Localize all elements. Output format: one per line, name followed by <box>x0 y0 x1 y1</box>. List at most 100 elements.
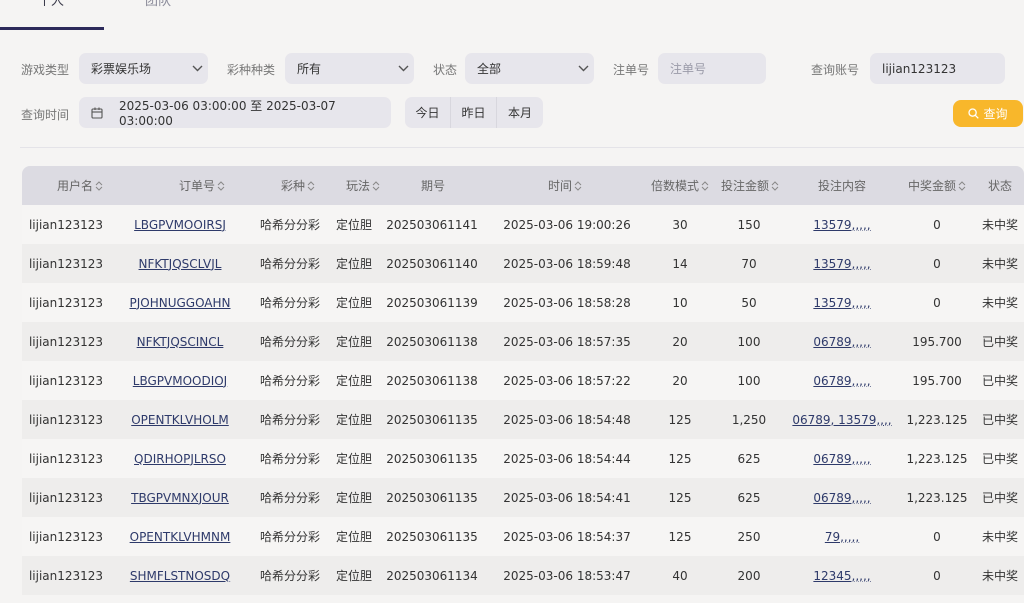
cell-bet-content-link-wrap: 06789,,,,, <box>787 322 897 361</box>
header-multiplier[interactable]: 倍数模式 <box>647 166 713 205</box>
cell-win-amount-wrap: 1,223.125 <box>898 439 976 478</box>
cell-order-no-link[interactable]: QDIRHOPJLRSO <box>134 452 226 466</box>
cell-status: 未中奖 <box>981 569 1018 583</box>
cell-multiplier: 10 <box>672 295 688 310</box>
quick-date-group: 今日 昨日 本月 <box>405 97 543 128</box>
cell-bet-content-link[interactable]: 13579,,,,, <box>813 257 870 271</box>
cell-lottery-wrap: 哈希分分彩 <box>250 283 330 322</box>
table-row: lijian123123 OPENTKLVHMNM 哈希分分彩 定位胆 20250306… <box>22 517 1024 556</box>
yesterday-button[interactable]: 昨日 <box>451 97 497 128</box>
cell-bet-content-link[interactable]: 06789,,,,, <box>813 491 870 505</box>
account-field[interactable]: lijian123123 <box>870 53 1005 84</box>
cell-issue: 202503061135 <box>386 451 478 466</box>
cell-lottery: 哈希分分彩 <box>259 296 320 310</box>
account-input[interactable]: lijian123123 <box>882 62 1005 76</box>
today-button[interactable]: 今日 <box>405 97 451 128</box>
cell-username-wrap: lijian123123 <box>22 283 110 322</box>
header-username[interactable]: 用户名 <box>22 166 138 205</box>
cell-order-no-link[interactable]: NFKTJQSCLVJL <box>139 257 222 271</box>
cell-bet-amount-wrap: 625 <box>714 439 784 478</box>
cell-order-no-link[interactable]: TBGPVMNXJOUR <box>131 491 229 505</box>
cell-order-no-link[interactable]: SHMFLSTNOSDQ <box>130 569 230 583</box>
cell-issue: 202503061138 <box>386 373 478 388</box>
cell-username-wrap: lijian123123 <box>22 439 110 478</box>
cell-issue: 202503061141 <box>386 217 478 232</box>
cell-issue-wrap: 202503061135 <box>382 517 482 556</box>
cell-issue: 202503061139 <box>386 295 478 310</box>
cell-order-no-link[interactable]: OPENTKLVHOLM <box>131 413 229 427</box>
cell-username: lijian123123 <box>28 295 104 310</box>
lottery-type-select[interactable]: 所有 <box>285 53 414 84</box>
cell-bet-content-link[interactable]: 79,,,,, <box>825 530 859 544</box>
cell-order-no-link[interactable]: PJOHNUGGOAHN <box>129 296 230 310</box>
cell-lottery-wrap: 哈希分分彩 <box>250 322 330 361</box>
table-row: lijian123123 SHMFLSTNOSDQ 哈希分分彩 定位胆 20250306… <box>22 556 1024 595</box>
cell-issue-wrap: 202503061135 <box>382 439 482 478</box>
cell-order-no-link-wrap: SHMFLSTNOSDQ <box>110 556 250 595</box>
game-type-select[interactable]: 彩票娱乐场 <box>79 53 208 84</box>
cell-order-no-link[interactable]: LBGPVMOOIRSJ <box>134 218 226 232</box>
header-lottery[interactable]: 彩种 <box>266 166 330 205</box>
cell-order-no-link-wrap: LBGPVMOODIOJ <box>110 361 250 400</box>
header-bet-amount[interactable]: 投注金额 <box>714 166 786 205</box>
this-month-button[interactable]: 本月 <box>497 97 543 128</box>
cell-time-wrap: 2025-03-06 18:57:22 <box>482 361 652 400</box>
cell-win-amount: 1,223.125 <box>906 490 968 505</box>
chevron-down-icon <box>392 65 414 72</box>
cell-bet-amount: 70 <box>741 256 757 271</box>
cell-order-no-link-wrap: PJOHNUGGOAHN <box>110 283 250 322</box>
cell-bet-content-link[interactable]: 06789,,,,, <box>813 335 870 349</box>
game-type-label: 游戏类型 <box>21 63 70 77</box>
calendar-icon <box>91 107 103 119</box>
cell-bet-content-link[interactable]: 13579,,,,, <box>813 296 870 310</box>
cell-play-wrap: 定位胆 <box>330 439 378 478</box>
cell-bet-amount: 625 <box>737 451 761 466</box>
order-no-field[interactable] <box>658 53 766 84</box>
cell-order-no-link[interactable]: LBGPVMOODIOJ <box>133 374 227 388</box>
cell-order-no-link-wrap: QDIRHOPJLRSO <box>110 439 250 478</box>
cell-issue-wrap: 202503061135 <box>382 478 482 517</box>
cell-time-wrap: 2025-03-06 18:54:48 <box>482 400 652 439</box>
date-range-picker[interactable]: 2025-03-06 03:00:00 至 2025-03-07 03:00:0… <box>79 97 391 128</box>
cell-multiplier: 40 <box>672 568 688 583</box>
header-order-no[interactable]: 订单号 <box>138 166 266 205</box>
table-row: lijian123123 PJOHNUGGOAHN 哈希分分彩 定位胆 20250306… <box>22 283 1024 322</box>
cell-bet-amount: 50 <box>741 295 757 310</box>
cell-play-wrap: 定位胆 <box>330 556 378 595</box>
cell-issue: 202503061135 <box>386 412 478 427</box>
cell-win-amount: 0 <box>933 529 941 544</box>
cell-status-wrap: 未中奖 <box>976 283 1024 322</box>
query-button[interactable]: 查询 <box>953 100 1023 127</box>
cell-status: 未中奖 <box>981 296 1018 310</box>
cell-bet-content-link[interactable]: 06789,,,,, <box>813 374 870 388</box>
cell-play: 定位胆 <box>335 335 372 349</box>
cell-status: 已中奖 <box>981 452 1018 466</box>
cell-win-amount-wrap: 0 <box>898 205 976 244</box>
cell-bet-amount: 150 <box>737 217 761 232</box>
cell-bet-content-link[interactable]: 06789, 13579,,,, <box>792 413 891 427</box>
cell-username-wrap: lijian123123 <box>22 244 110 283</box>
cell-order-no-link[interactable]: NFKTJQSCINCL <box>137 335 224 349</box>
cell-bet-content-link[interactable]: 13579,,,,, <box>813 218 870 232</box>
cell-bet-content-link[interactable]: 12345,,,,, <box>813 569 870 583</box>
lottery-type-value: 所有 <box>297 62 322 76</box>
cell-win-amount: 0 <box>933 568 941 583</box>
cell-multiplier-wrap: 14 <box>650 244 710 283</box>
cell-order-no-link[interactable]: OPENTKLVHMNM <box>130 530 231 544</box>
cell-play: 定位胆 <box>335 296 372 310</box>
cell-play-wrap: 定位胆 <box>330 361 378 400</box>
tab-personal[interactable]: 个人 <box>38 0 64 9</box>
cell-time: 2025-03-06 19:00:26 <box>503 217 631 232</box>
status-select[interactable]: 全部 <box>465 53 594 84</box>
tab-team[interactable]: 团队 <box>145 0 171 9</box>
cell-bet-amount: 250 <box>737 529 761 544</box>
cell-issue: 202503061135 <box>386 490 478 505</box>
cell-bet-content-link[interactable]: 06789,,,,, <box>813 452 870 466</box>
header-win-amount[interactable]: 中奖金额 <box>898 166 976 205</box>
sort-icon <box>958 180 966 191</box>
header-play[interactable]: 玩法 <box>330 166 396 205</box>
header-time[interactable]: 时间 <box>470 166 660 205</box>
cell-play-wrap: 定位胆 <box>330 244 378 283</box>
cell-status: 已中奖 <box>981 374 1018 388</box>
order-no-input[interactable] <box>670 61 766 76</box>
